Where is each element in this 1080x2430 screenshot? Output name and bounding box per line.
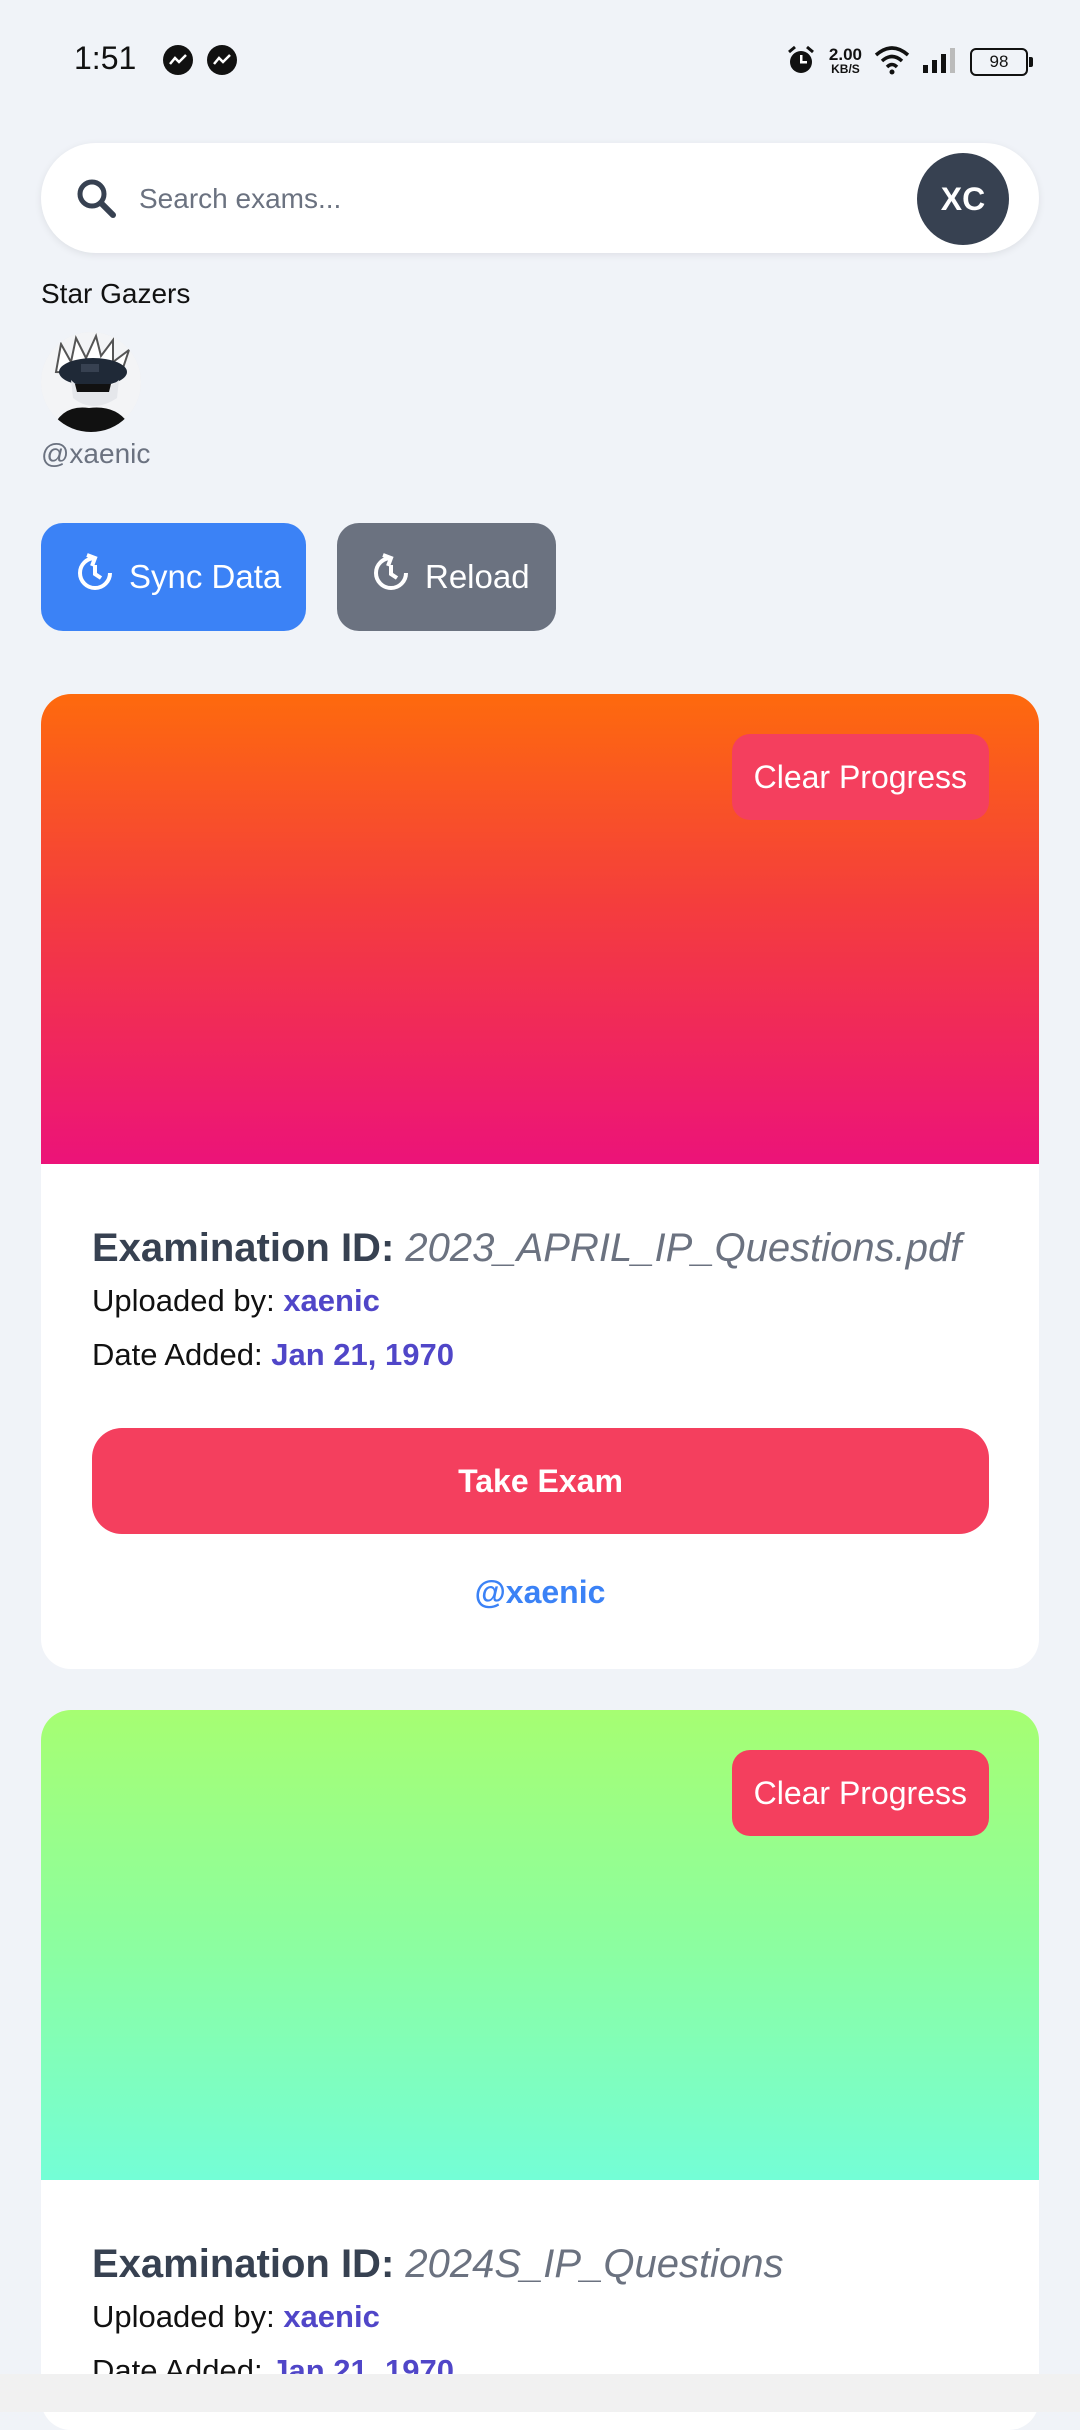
net-speed-unit: KB/S	[831, 62, 860, 76]
messenger-icon	[207, 45, 237, 75]
exam-banner: Clear Progress	[41, 1710, 1039, 2180]
clear-progress-button[interactable]: Clear Progress	[731, 734, 989, 820]
status-time: 1:51	[74, 40, 137, 76]
user-avatar-button[interactable]: XC	[917, 153, 1009, 245]
search-icon	[75, 177, 117, 224]
exam-banner: Clear Progress	[41, 694, 1039, 1164]
reload-label: Reload	[425, 558, 530, 595]
exam-id-label: Examination ID:	[92, 1226, 395, 1270]
uploaded-by-line: Uploaded by: xaenic	[92, 1274, 989, 1328]
sync-data-label: Sync Data	[129, 558, 282, 595]
exam-id-value: 2024S_IP_Questions	[405, 2242, 784, 2286]
signal-icon	[922, 46, 958, 79]
reload-button[interactable]: Reload	[337, 523, 556, 631]
exam-info: Examination ID: 2023_APRIL_IP_Questions.…	[92, 1222, 989, 1382]
profile-avatar[interactable]	[41, 332, 141, 432]
navigation-bar	[0, 2374, 1080, 2412]
exam-id-value: 2023_APRIL_IP_Questions.pdf	[405, 1226, 962, 1270]
uploader-name: xaenic	[283, 2299, 380, 2334]
group-name: Star Gazers	[41, 278, 191, 309]
battery-icon: 98	[970, 48, 1033, 76]
search-input[interactable]	[137, 173, 841, 225]
wifi-icon	[874, 45, 910, 80]
sync-data-button[interactable]: Sync Data	[41, 523, 306, 631]
exam-card: Clear Progress Examination ID: 2023_APRI…	[41, 694, 1039, 1669]
exam-id-label: Examination ID:	[92, 2242, 395, 2286]
status-bar: 1:51 2.00 KB/S 98	[0, 0, 1080, 124]
clear-progress-button[interactable]: Clear Progress	[731, 1750, 989, 1836]
refresh-icon	[371, 553, 411, 601]
alarm-icon	[785, 44, 817, 81]
uploaded-by-label: Uploaded by:	[92, 1283, 275, 1318]
date-added-line: Date Added: Jan 21, 1970	[92, 1328, 989, 1382]
take-exam-button[interactable]: Take Exam	[92, 1428, 989, 1534]
net-speed: 2.00 KB/S	[829, 46, 862, 77]
date-added-label: Date Added:	[92, 1337, 263, 1372]
exam-id-line: Examination ID: 2023_APRIL_IP_Questions.…	[92, 1222, 989, 1274]
exam-card: Clear Progress Examination ID: 2024S_IP_…	[41, 1710, 1039, 2430]
author-link[interactable]: @xaenic	[41, 1574, 1039, 1611]
uploaded-by-label: Uploaded by:	[92, 2299, 275, 2334]
date-added-value: Jan 21, 1970	[271, 1337, 454, 1372]
exam-id-line: Examination ID: 2024S_IP_Questions	[92, 2238, 989, 2290]
uploaded-by-line: Uploaded by: xaenic	[92, 2290, 989, 2344]
search-bar: XC	[41, 143, 1039, 253]
group-handle: @xaenic	[41, 438, 151, 469]
messenger-icon	[163, 45, 193, 75]
uploader-name: xaenic	[283, 1283, 380, 1318]
refresh-icon	[75, 553, 115, 601]
